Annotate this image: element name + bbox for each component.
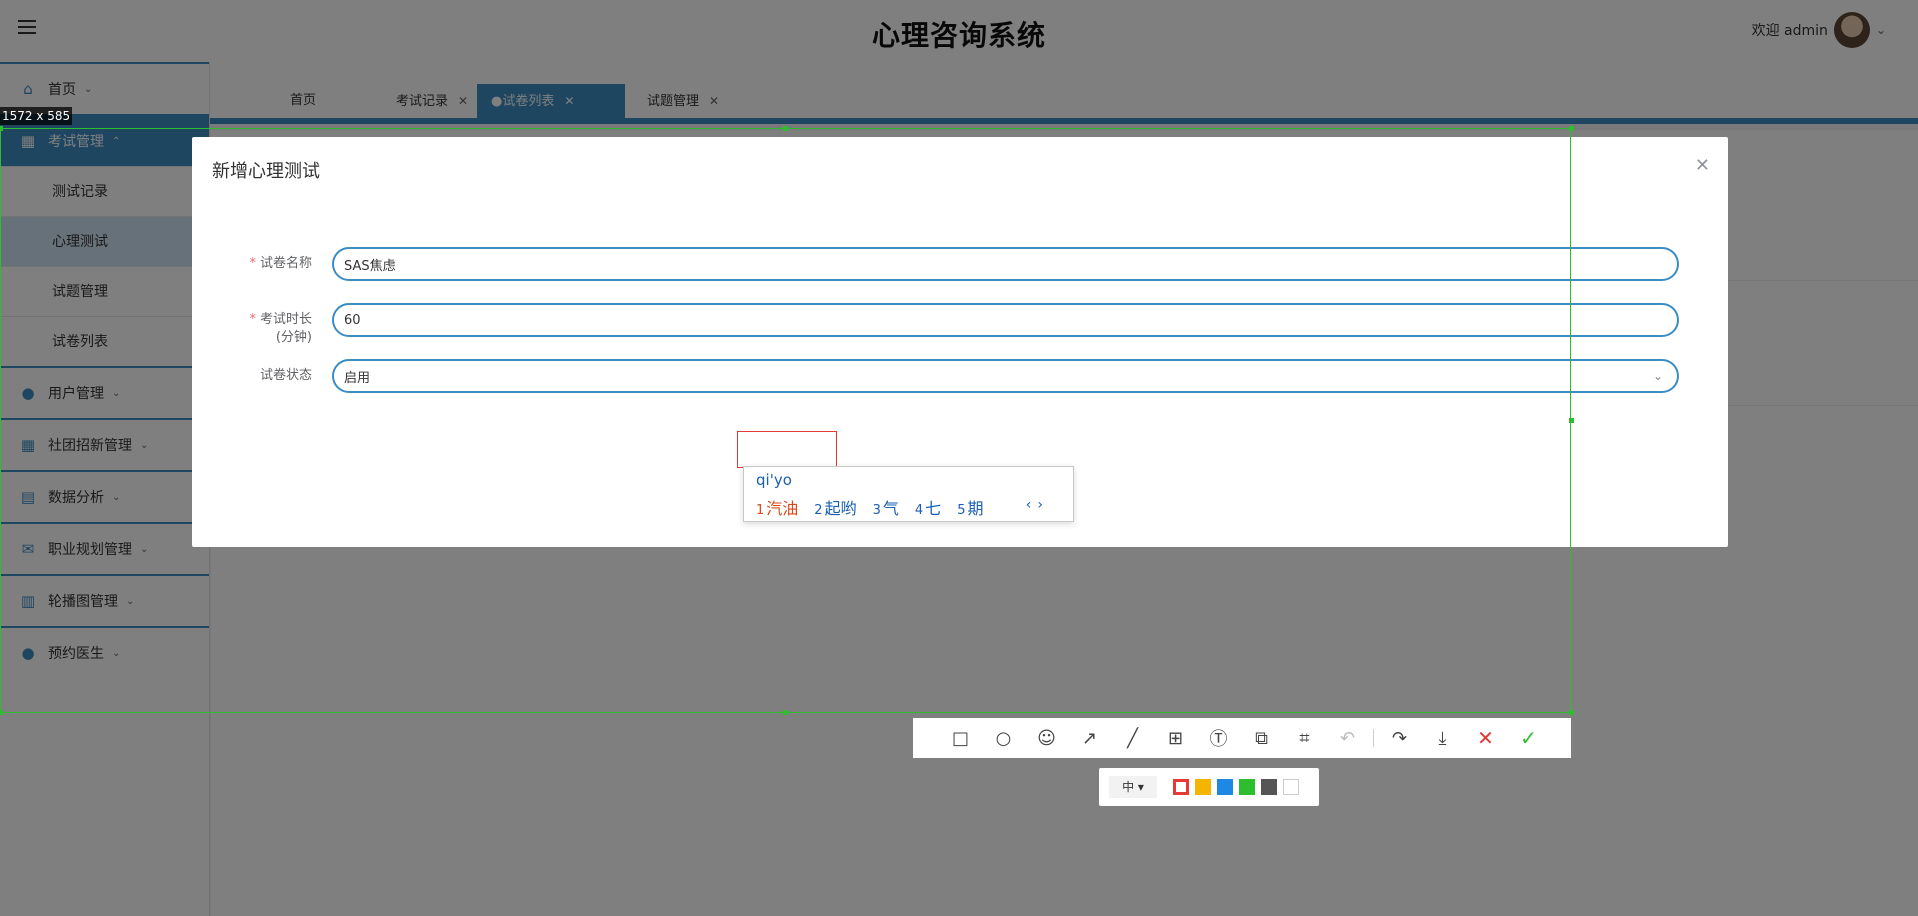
ime-candidate[interactable]: 4七 (915, 495, 941, 519)
ime-candidate[interactable]: 3气 (873, 495, 899, 519)
cancel-icon[interactable]: ✕ (1464, 718, 1507, 758)
ime-candidates: 1 汽油 2 起哟 3气 4七 5期 (756, 495, 983, 519)
color-swatch-gray[interactable] (1261, 779, 1277, 795)
capture-selection-frame[interactable] (0, 128, 1571, 713)
resize-handle[interactable] (0, 126, 3, 131)
color-swatch-red[interactable] (1173, 779, 1189, 795)
undo-icon[interactable]: ↶ (1326, 718, 1369, 758)
color-swatch-yellow[interactable] (1195, 779, 1211, 795)
color-palette: 中 ▾ (1099, 768, 1319, 806)
color-swatch-white[interactable] (1283, 779, 1299, 795)
color-swatch-green[interactable] (1239, 779, 1255, 795)
rect-icon[interactable]: □ (939, 718, 982, 758)
resize-handle[interactable] (1569, 710, 1574, 715)
resize-handle[interactable] (783, 126, 788, 131)
selection-size-label: 1572 x 585 (0, 107, 73, 125)
screenshot-toolbar: □ ○ ☺ ↗ ╱ ⊞ Ⓣ ⧉ ⌗ ↶ ↷ ⤓ ✕ ✓ (913, 718, 1571, 758)
emoji-icon[interactable]: ☺ (1025, 718, 1068, 758)
ime-candidate-window: qi'yo 1 汽油 2 起哟 3气 4七 5期 ‹› (743, 466, 1074, 522)
font-size-select[interactable]: 中 ▾ (1109, 776, 1157, 798)
chevron-down-icon: ⌄ (1652, 369, 1663, 383)
color-swatch-blue[interactable] (1217, 779, 1233, 795)
text-icon[interactable]: Ⓣ (1197, 718, 1240, 758)
ime-page-nav-icon[interactable]: ‹› (1026, 497, 1049, 513)
arrow-icon[interactable]: ↗ (1068, 718, 1111, 758)
pin-icon[interactable]: ⧉ (1240, 718, 1283, 758)
resize-handle[interactable] (783, 710, 788, 715)
toolbar-divider (1373, 729, 1374, 747)
ime-candidate[interactable]: 2 起哟 (814, 495, 856, 519)
confirm-icon[interactable]: ✓ (1507, 718, 1550, 758)
share-icon[interactable]: ↷ (1378, 718, 1421, 758)
pen-icon[interactable]: ╱ (1111, 718, 1154, 758)
ellipse-icon[interactable]: ○ (982, 718, 1025, 758)
resize-handle[interactable] (1569, 126, 1574, 131)
resize-handle[interactable] (0, 710, 3, 715)
mosaic-icon[interactable]: ⊞ (1154, 718, 1197, 758)
ocr-icon[interactable]: ⌗ (1283, 718, 1326, 758)
ime-candidate[interactable]: 5期 (957, 495, 983, 519)
text-annotation-box[interactable] (737, 431, 837, 468)
download-icon[interactable]: ⤓ (1421, 718, 1464, 758)
close-icon[interactable]: ✕ (1695, 155, 1710, 176)
ime-candidate[interactable]: 1 汽油 (756, 495, 798, 519)
ime-composition: qi'yo (756, 471, 792, 489)
resize-handle[interactable] (1569, 418, 1574, 423)
